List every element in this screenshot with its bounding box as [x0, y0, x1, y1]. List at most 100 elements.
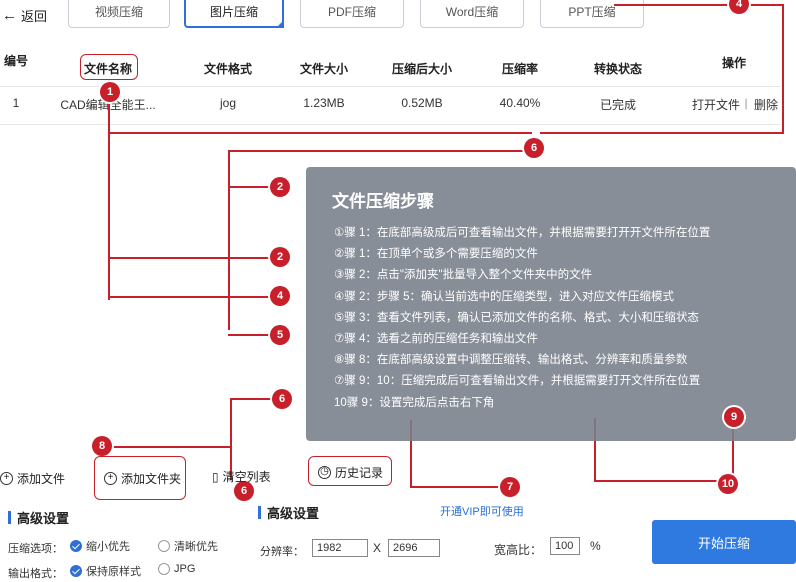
trash-icon: ▯: [212, 469, 219, 484]
radio-icon: [158, 540, 170, 552]
clear-list-button[interactable]: ▯ 清空列表: [212, 468, 271, 485]
check-icon: [70, 565, 82, 577]
advanced-settings-title-2: 高级设置: [258, 503, 319, 522]
clear-list-label: 清空列表: [222, 470, 271, 484]
annotation-line: [108, 80, 110, 300]
tab-word-label: Word压缩: [445, 4, 499, 19]
ratio-label: 宽高比：: [494, 543, 543, 557]
add-file-button[interactable]: + 添加文件: [0, 470, 65, 487]
annotation-line: [228, 150, 528, 152]
annotation-marker: 7: [500, 477, 520, 497]
arrow-left-icon: ←: [2, 7, 17, 24]
annotation-marker: 6: [524, 138, 544, 158]
col-index: 编号: [3, 54, 29, 68]
annotation-line: [108, 257, 278, 259]
highlight-box-filename: [80, 54, 138, 80]
resolution-height-input[interactable]: 2696: [388, 539, 440, 557]
steps-panel: 文件压缩步骤 ①骤 1：在底部高级成后可查看输出文件，并根据需要打开开文件所在位…: [306, 167, 796, 441]
compress-option-label: 压缩选项：: [8, 543, 63, 555]
annotation-line: [110, 446, 232, 448]
cell-format: jog: [219, 96, 237, 110]
col-rate: 压缩率: [501, 62, 539, 76]
advanced-settings-title: 高级设置: [8, 508, 69, 527]
annotation-marker: 4: [729, 0, 749, 14]
col-actions: 操作: [721, 56, 747, 70]
tab-word[interactable]: Word压缩: [420, 0, 524, 28]
check-icon: [70, 540, 82, 552]
col-status: 转换状态: [593, 62, 643, 76]
output-format-label: 输出格式：: [8, 568, 63, 580]
tab-image[interactable]: 图片压缩: [184, 0, 284, 28]
divider: [0, 124, 780, 125]
section-title-text: 高级设置: [17, 511, 70, 526]
open-file-link[interactable]: 打开文件: [692, 96, 740, 113]
annotation-marker: 2: [270, 247, 290, 267]
cell-size: 1.23MB: [303, 96, 345, 110]
tab-image-label: 图片压缩: [209, 4, 258, 19]
history-label: 历史记录: [335, 466, 384, 480]
add-folder-label: 添加文件夹: [121, 472, 182, 486]
resolution-label: 分辨率：: [260, 546, 304, 558]
col-size: 文件大小: [299, 62, 349, 76]
annotation-line: [614, 4, 782, 6]
tab-pdf-label: PDF压缩: [327, 4, 376, 19]
cell-status: 已完成: [599, 98, 637, 112]
vip-link[interactable]: 开通VIP即可使用: [440, 503, 524, 519]
annotation-marker: 5: [270, 325, 290, 345]
ratio-unit: %: [590, 539, 601, 553]
step-item: ③骤 2：点击"添加夹"批量导入整个文件夹中的文件: [334, 269, 593, 282]
step-item: 10骤 9：设置完成后点击右下角: [334, 396, 495, 409]
ratio-input[interactable]: 100: [550, 537, 580, 555]
step-item: ⑧骤 8：在底部高级设置中调整压缩转、输出格式、分辨率和质量参数: [334, 354, 688, 367]
annotation-marker: 4: [270, 286, 290, 306]
annotation-marker: 10: [718, 474, 738, 494]
radio-label: 清晰优先: [174, 541, 218, 553]
step-item: ②骤 1：在顶单个或多个需要压缩的文件: [334, 248, 538, 261]
output-jpg-radio[interactable]: JPG: [158, 563, 195, 575]
annotation-marker: 9: [724, 407, 744, 427]
tab-ppt-label: PPT压缩: [568, 4, 616, 19]
step-item: ⑦骤 4：选看之前的压缩任务和输出文件: [334, 333, 538, 346]
panel-title: 文件压缩步骤: [332, 192, 434, 211]
resolution-width-input[interactable]: 1982: [312, 539, 368, 557]
compress-clarity-first-radio[interactable]: 清晰优先: [158, 538, 218, 554]
history-button[interactable]: ◷ 历史记录: [318, 464, 383, 481]
add-file-label: 添加文件: [17, 472, 66, 486]
annotation-marker: 2: [270, 177, 290, 197]
step-item: ⑦骤 9：10：压缩完成后可查看输出文件，并根据需要打开文件所在位置: [334, 375, 701, 388]
action-separator: |: [744, 96, 748, 110]
annotation-line: [108, 132, 532, 134]
back-button[interactable]: ← 返回: [2, 6, 47, 25]
annotation-line: [782, 4, 784, 134]
step-item: ①骤 1：在底部高级成后可查看输出文件，并根据需要打开开文件所在位置: [334, 227, 711, 239]
start-compress-button[interactable]: 开始压缩: [652, 520, 796, 564]
radio-icon: [158, 563, 170, 575]
col-compressed-size: 压缩后大小: [391, 62, 453, 76]
cell-compressed-size: 0.52MB: [401, 96, 443, 110]
tab-video[interactable]: 视频压缩: [68, 0, 170, 28]
section-title-text: 高级设置: [267, 506, 320, 521]
step-item: ⑤骤 3：查看文件列表，确认已添加文件的名称、格式、大小和压缩状态: [334, 311, 699, 324]
col-format: 文件格式: [203, 62, 253, 76]
resolution-x: X: [373, 541, 382, 555]
annotation-marker: 8: [92, 436, 112, 456]
annotation-line: [594, 480, 728, 482]
annotation-line: [540, 132, 782, 134]
add-folder-button[interactable]: + 添加文件夹: [104, 470, 181, 487]
delete-link[interactable]: 删除: [754, 96, 778, 113]
tab-pdf[interactable]: PDF压缩: [300, 0, 404, 28]
cell-index: 1: [12, 96, 20, 110]
cell-rate: 40.40%: [499, 96, 541, 110]
plus-icon: +: [0, 472, 13, 485]
radio-label: 保持原样式: [86, 566, 141, 578]
annotation-line: [410, 486, 504, 488]
radio-label: JPG: [174, 563, 196, 575]
annotation-line: [228, 150, 230, 330]
table-row[interactable]: 1 CAD编辑全能王... jog 1.23MB 0.52MB 40.40% 已…: [0, 96, 796, 120]
tab-video-label: 视频压缩: [94, 4, 143, 19]
output-keep-original-radio[interactable]: 保持原样式: [70, 563, 141, 579]
back-label: 返回: [21, 9, 48, 24]
annotation-marker: 1: [100, 82, 120, 102]
compress-size-first-radio[interactable]: 缩小优先: [70, 538, 130, 554]
plus-icon: +: [104, 472, 117, 485]
